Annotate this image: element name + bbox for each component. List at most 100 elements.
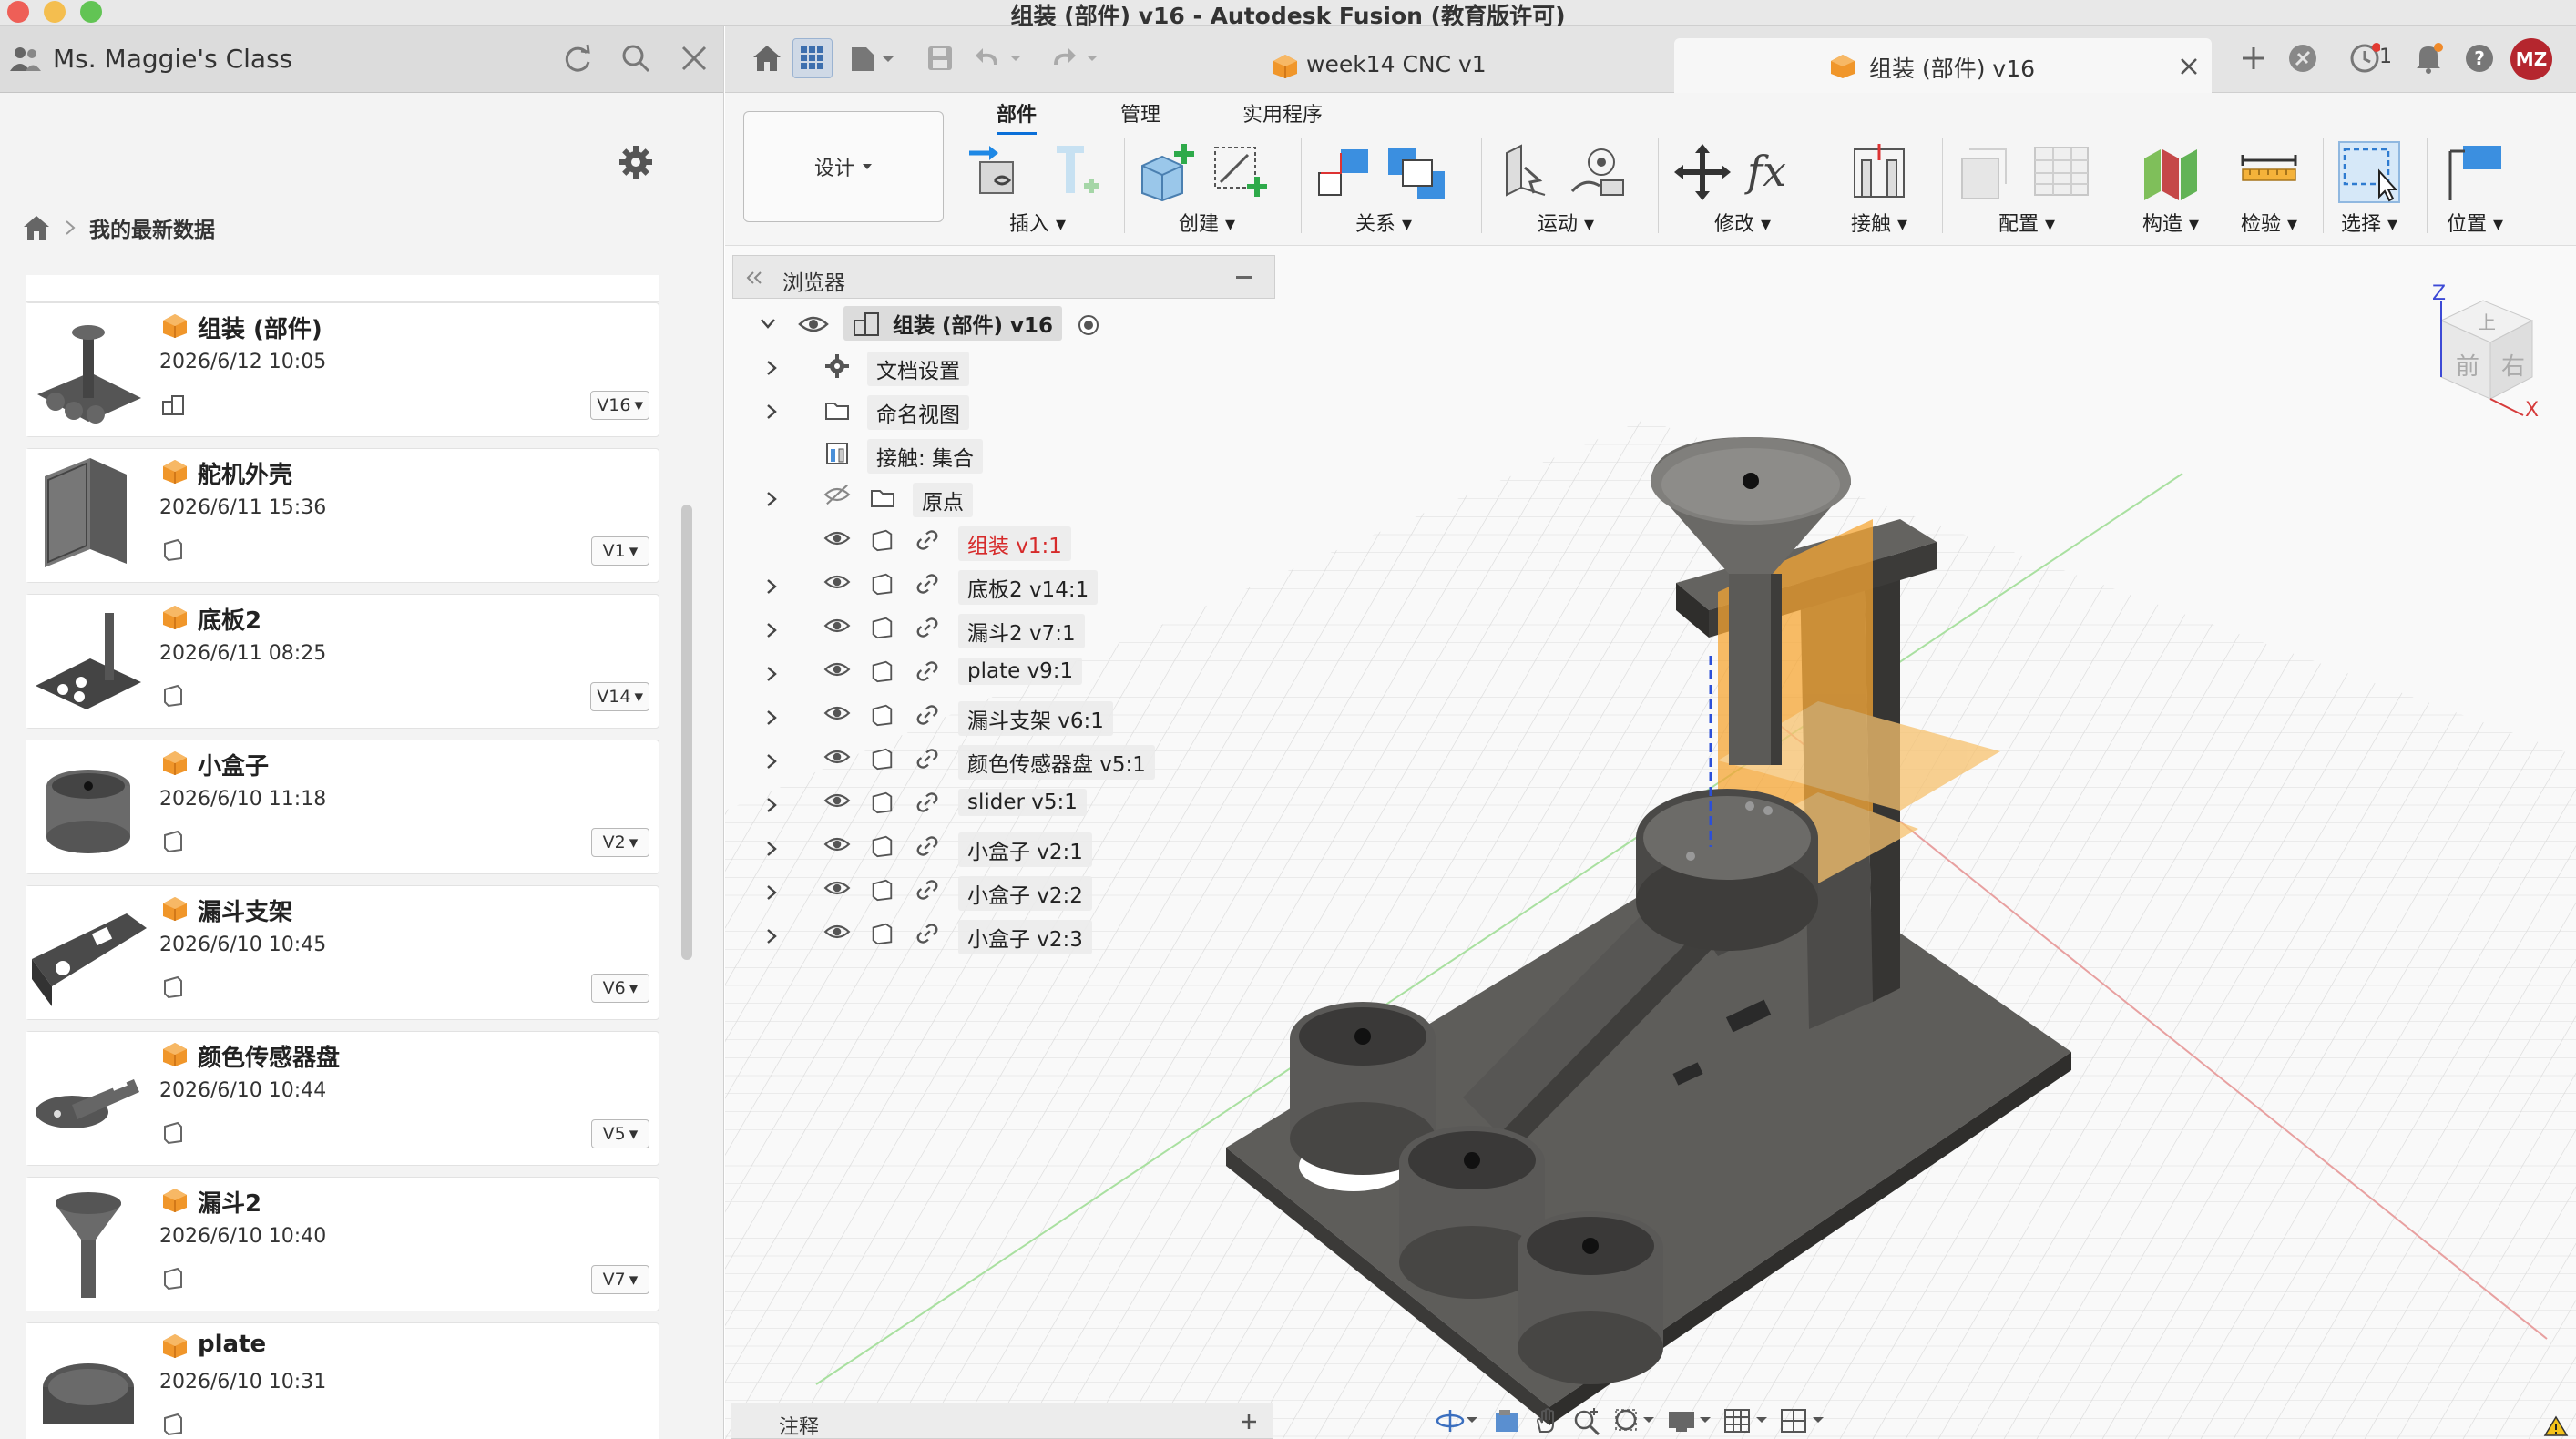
visibility-eye-icon[interactable] — [823, 658, 854, 689]
visibility-eye-icon[interactable] — [823, 790, 854, 821]
search-icon[interactable] — [616, 38, 656, 78]
look-at-icon[interactable] — [1492, 1406, 1521, 1435]
data-panel-item[interactable]: 漏斗支架 2026/6/10 10:45 V6 ▾ — [26, 885, 659, 1020]
data-panel-scrollbar[interactable] — [681, 505, 692, 960]
workspace-switcher[interactable]: 设计 — [743, 111, 944, 222]
warning-icon[interactable] — [2543, 1415, 2569, 1437]
position-group[interactable]: 位置 ▾ — [2443, 135, 2516, 237]
chevron-right-icon[interactable] — [765, 577, 778, 596]
create-group[interactable]: 创建 ▾ — [1137, 135, 1273, 237]
chevron-right-icon[interactable] — [765, 796, 778, 814]
browser-node[interactable]: 小盒子 v2:3 — [732, 916, 1242, 956]
viewcube-front-face[interactable]: 前 — [2456, 348, 2479, 382]
construct-group[interactable]: 构造 ▾ — [2139, 135, 2212, 237]
pan-hand-icon[interactable] — [1532, 1406, 1561, 1435]
visibility-hidden-icon[interactable] — [823, 484, 854, 515]
browser-node[interactable]: 组装 v1:1 — [732, 523, 1242, 563]
chevron-down-icon[interactable] — [760, 317, 776, 330]
comments-panel[interactable]: 注释 — [731, 1403, 1273, 1439]
minimize-browser-icon[interactable] — [1236, 276, 1252, 280]
user-avatar[interactable]: MZ — [2510, 38, 2552, 80]
visibility-eye-icon[interactable] — [798, 311, 829, 337]
chevron-right-icon[interactable] — [765, 840, 778, 858]
collapse-panel-icon[interactable] — [744, 269, 764, 287]
data-panel-item[interactable]: 舵机外壳 2026/6/11 15:36 V1 ▾ — [26, 448, 659, 583]
help-icon[interactable]: ? — [2459, 38, 2499, 78]
chevron-right-icon[interactable] — [765, 927, 778, 945]
browser-node[interactable]: plate v9:1 — [732, 654, 1242, 694]
chevron-right-icon[interactable] — [765, 490, 778, 508]
visibility-eye-icon[interactable] — [823, 746, 854, 777]
visibility-eye-icon[interactable] — [823, 702, 854, 733]
chevron-right-icon[interactable] — [765, 359, 778, 377]
configure-group[interactable]: 配置 ▾ — [1957, 135, 2093, 237]
tab-manage[interactable]: 管理 — [1120, 98, 1160, 128]
new-tab-icon[interactable] — [2234, 38, 2274, 78]
data-panel-item[interactable]: 颜色传感器盘 2026/6/10 10:44 V5 ▾ — [26, 1031, 659, 1166]
viewcube-top-face[interactable]: 上 — [2478, 308, 2496, 334]
motion-group[interactable]: 运动 ▾ — [1494, 135, 1630, 237]
browser-node[interactable]: 底板2 v14:1 — [732, 566, 1242, 607]
browser-node[interactable]: 文档设置 — [732, 348, 1242, 388]
viewcube-right-face[interactable]: 右 — [2501, 348, 2525, 382]
data-panel-item[interactable]: 底板2 2026/6/11 08:25 V14 ▾ — [26, 594, 659, 729]
version-dropdown[interactable]: V2 ▾ — [591, 828, 649, 857]
home-icon[interactable] — [22, 214, 51, 241]
tab-assembly[interactable]: 组装 (部件) v16 — [1674, 38, 2212, 93]
home-icon[interactable] — [747, 38, 787, 78]
grid-view-icon[interactable] — [792, 38, 833, 78]
close-panel-icon[interactable] — [674, 38, 714, 78]
version-dropdown[interactable]: V16 ▾ — [590, 391, 649, 420]
gear-icon[interactable] — [616, 142, 656, 182]
orbit-icon[interactable] — [1436, 1406, 1481, 1435]
tab-assembly-workspace[interactable]: 部件 — [997, 98, 1038, 135]
data-panel-item[interactable]: 组装 (部件) 2026/6/12 10:05 V16 ▾ — [26, 302, 659, 437]
select-group[interactable]: 选择 ▾ — [2337, 135, 2410, 237]
add-comment-icon[interactable] — [1240, 1413, 1258, 1431]
visibility-eye-icon[interactable] — [823, 833, 854, 864]
version-dropdown[interactable]: V14 ▾ — [590, 682, 649, 711]
chevron-right-icon[interactable] — [765, 665, 778, 683]
fit-icon[interactable] — [1612, 1406, 1656, 1435]
chevron-right-icon[interactable] — [765, 752, 778, 771]
visibility-eye-icon[interactable] — [823, 527, 854, 558]
chevron-right-icon[interactable] — [765, 621, 778, 639]
version-dropdown[interactable]: V1 ▾ — [591, 536, 649, 566]
display-settings-icon[interactable] — [1667, 1406, 1712, 1435]
visibility-eye-icon[interactable] — [823, 877, 854, 908]
activate-radio-icon[interactable] — [1077, 313, 1100, 337]
file-menu-icon[interactable] — [845, 38, 900, 78]
version-dropdown[interactable]: V7 ▾ — [591, 1265, 649, 1294]
undo-icon[interactable] — [971, 38, 1031, 78]
joint-group[interactable]: 关系 ▾ — [1314, 135, 1450, 237]
version-dropdown[interactable]: V5 ▾ — [591, 1119, 649, 1148]
inspect-group[interactable]: 检验 ▾ — [2237, 135, 2310, 237]
team-name[interactable]: Ms. Maggie's Class — [53, 44, 292, 74]
version-dropdown[interactable]: V6 ▾ — [591, 974, 649, 1003]
notifications-bell-icon[interactable] — [2408, 38, 2448, 78]
chevron-right-icon[interactable] — [765, 403, 778, 421]
redo-icon[interactable] — [1048, 38, 1108, 78]
browser-node[interactable]: 原点 — [732, 479, 1242, 519]
visibility-eye-icon[interactable] — [823, 571, 854, 602]
refresh-icon[interactable] — [557, 38, 598, 78]
browser-node[interactable]: 小盒子 v2:1 — [732, 829, 1242, 869]
close-tab-icon[interactable] — [2179, 56, 2199, 77]
data-panel-item[interactable]: plate 2026/6/10 10:31 — [26, 1322, 659, 1439]
extensions-icon[interactable] — [2283, 38, 2323, 78]
save-icon[interactable] — [920, 38, 960, 78]
browser-header[interactable]: 浏览器 — [732, 255, 1275, 299]
visibility-eye-icon[interactable] — [823, 921, 854, 952]
chevron-right-icon[interactable] — [765, 709, 778, 727]
browser-node[interactable]: 接触: 集合 — [732, 435, 1242, 475]
breadcrumb-current[interactable]: 我的最新数据 — [89, 212, 215, 243]
modify-group[interactable]: fx 修改 ▾ — [1671, 135, 1807, 237]
browser-node[interactable]: slider v5:1 — [732, 785, 1242, 825]
browser-node[interactable]: 命名视图 — [732, 392, 1242, 432]
tab-utilities[interactable]: 实用程序 — [1242, 98, 1323, 128]
browser-node[interactable]: 颜色传感器盘 v5:1 — [732, 741, 1242, 781]
visibility-eye-icon[interactable] — [823, 615, 854, 646]
data-panel-item[interactable]: 漏斗2 2026/6/10 10:40 V7 ▾ — [26, 1177, 659, 1311]
browser-node[interactable]: 漏斗支架 v6:1 — [732, 698, 1242, 738]
insert-group[interactable]: 插入 ▾ — [967, 135, 1099, 237]
